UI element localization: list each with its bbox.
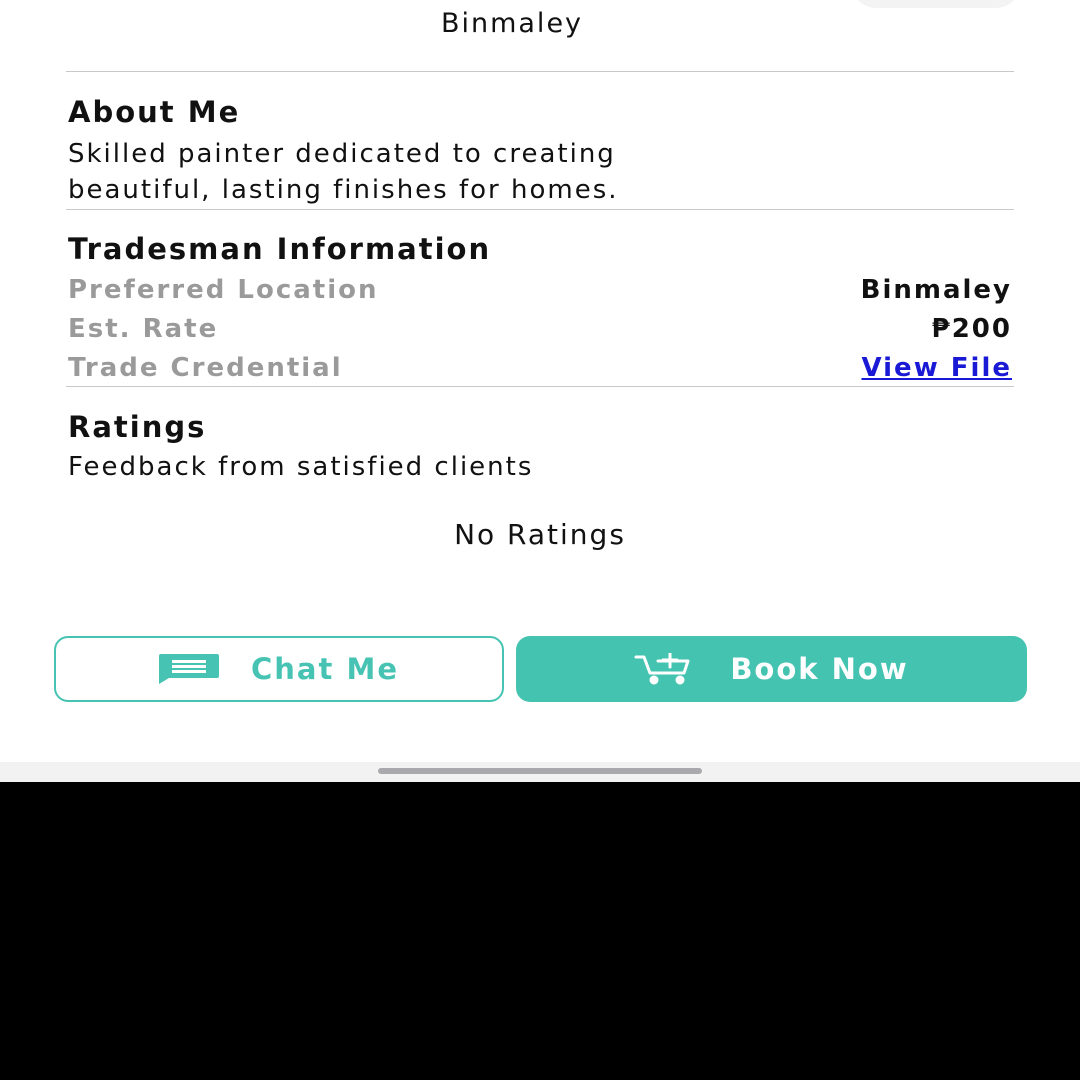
no-ratings-text: No Ratings bbox=[454, 518, 626, 551]
trade-credential-label: Trade Credential bbox=[68, 353, 343, 383]
profile-screen: Binmaley About Me Skilled painter dedica… bbox=[0, 0, 1080, 762]
black-area bbox=[0, 782, 1080, 1080]
est-rate-label: Est. Rate bbox=[68, 314, 219, 344]
book-now-button[interactable]: Book Now bbox=[516, 636, 1027, 702]
top-pill-button[interactable] bbox=[852, 0, 1020, 8]
est-rate-value: ₱200 bbox=[931, 314, 1012, 344]
preferred-location-label: Preferred Location bbox=[68, 275, 379, 305]
tradesman-title: Tradesman Information bbox=[68, 232, 492, 266]
chat-message-icon bbox=[159, 654, 221, 684]
home-indicator[interactable] bbox=[378, 768, 702, 774]
divider bbox=[66, 209, 1014, 210]
divider bbox=[66, 386, 1014, 387]
ratings-title: Ratings bbox=[68, 410, 207, 444]
cart-add-icon bbox=[634, 653, 694, 685]
preferred-location-value: Binmaley bbox=[860, 275, 1012, 305]
ratings-subtitle: Feedback from satisfied clients bbox=[68, 452, 534, 482]
header-location: Binmaley bbox=[440, 8, 584, 39]
divider bbox=[66, 71, 1014, 72]
chat-me-label: Chat Me bbox=[251, 652, 399, 686]
about-text-line-1: Skilled painter dedicated to creating bbox=[68, 139, 616, 169]
about-title: About Me bbox=[68, 95, 241, 129]
chat-me-button[interactable]: Chat Me bbox=[54, 636, 504, 702]
about-text-line-2: beautiful, lasting finishes for homes. bbox=[68, 175, 619, 205]
book-now-label: Book Now bbox=[730, 652, 909, 686]
system-nav-bar bbox=[0, 762, 1080, 782]
view-file-link[interactable]: View File bbox=[861, 353, 1012, 383]
